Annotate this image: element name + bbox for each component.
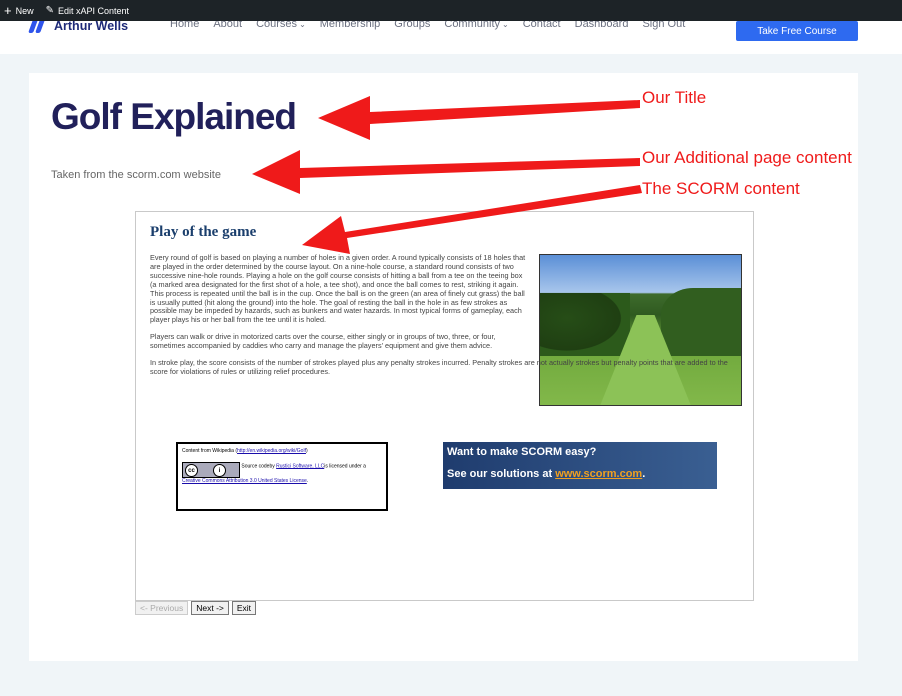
next-button[interactable]: Next -> bbox=[191, 601, 229, 615]
admin-bar: + New ✎ Edit xAPI Content bbox=[0, 0, 902, 21]
chevron-down-icon: ⌄ bbox=[502, 20, 509, 29]
admin-edit-label: Edit xAPI Content bbox=[58, 5, 130, 16]
license-link[interactable]: Creative Commons Attribution 3.0 United … bbox=[182, 478, 307, 484]
page-subtitle: Taken from the scorm.com website bbox=[51, 169, 221, 181]
page-title: Golf Explained bbox=[51, 96, 297, 137]
plus-icon: + bbox=[4, 3, 12, 18]
scorm-paragraph: In stroke play, the score consists of th… bbox=[150, 358, 728, 376]
wikipedia-attribution-box: Content from Wikipedia (http://en.wikipe… bbox=[176, 442, 388, 511]
admin-new-button[interactable]: + New bbox=[4, 4, 34, 17]
source-code-text: Source codeby bbox=[241, 463, 277, 470]
chevron-down-icon: ⌄ bbox=[299, 20, 306, 29]
logo-text: Arthur Wells bbox=[54, 19, 129, 33]
scorm-navigation: <- Previous Next -> Exit bbox=[135, 601, 257, 615]
annotation-additional: Our Additional page content bbox=[642, 148, 852, 167]
creative-commons-badge-icon[interactable]: cc i bbox=[182, 462, 240, 478]
golf-course-image bbox=[539, 254, 742, 406]
take-free-course-button[interactable]: Take Free Course bbox=[736, 21, 858, 41]
scorm-body: Every round of golf is based on playing … bbox=[150, 253, 728, 385]
ad-line-1: Want to make SCORM easy? bbox=[447, 446, 597, 458]
annotation-scorm: The SCORM content bbox=[642, 179, 800, 198]
annotation-title: Our Title bbox=[642, 88, 707, 107]
scorm-website-link[interactable]: www.scorm.com bbox=[555, 468, 642, 480]
ad-period: . bbox=[642, 468, 646, 480]
scorm-heading: Play of the game bbox=[150, 224, 257, 240]
ad-line-2: See our solutions at bbox=[447, 468, 556, 480]
previous-button[interactable]: <- Previous bbox=[135, 601, 189, 615]
license-period: . bbox=[306, 478, 309, 484]
admin-new-label: New bbox=[15, 5, 34, 16]
rustici-link[interactable]: Rustici Software, LLC bbox=[276, 463, 324, 469]
scorm-paragraph: Every round of golf is based on playing … bbox=[150, 253, 526, 325]
licensed-text: is licensed under a bbox=[324, 463, 366, 470]
admin-edit-button[interactable]: ✎ Edit xAPI Content bbox=[46, 5, 129, 16]
scorm-ad-banner[interactable]: Want to make SCORM easy? See our solutio… bbox=[443, 442, 717, 489]
site-header: Arthur Wells Home About Courses ⌄ Members… bbox=[0, 17, 902, 54]
pencil-icon: ✎ bbox=[45, 5, 54, 16]
scorm-paragraph: Players can walk or drive in motorized c… bbox=[150, 332, 496, 351]
scorm-content-frame: Play of the game Every round of golf is … bbox=[135, 211, 754, 601]
exit-button[interactable]: Exit bbox=[231, 601, 257, 615]
